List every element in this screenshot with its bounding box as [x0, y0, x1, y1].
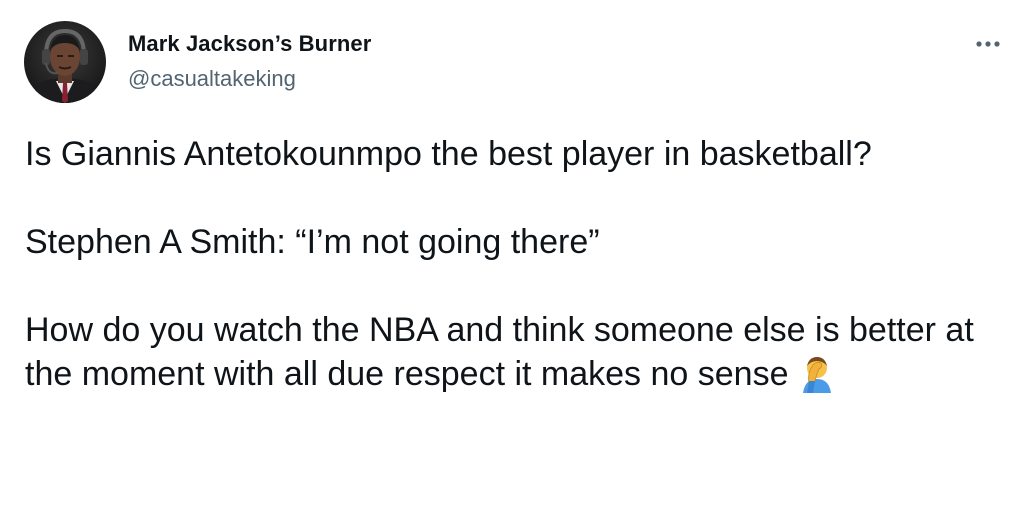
- author-display-name[interactable]: Mark Jackson’s Burner: [128, 31, 371, 57]
- more-options-button[interactable]: [968, 28, 1008, 60]
- avatar-image: [24, 21, 106, 103]
- more-horizontal-icon: [976, 41, 1000, 47]
- facepalm-emoji-icon: [797, 353, 837, 393]
- tweet-paragraph-last: How do you watch the NBA and think someo…: [25, 308, 1000, 396]
- author-avatar[interactable]: [24, 21, 106, 103]
- tweet-card: Mark Jackson’s Burner @casualtakeking Is…: [0, 0, 1024, 528]
- tweet-text: Is Giannis Antetokounmpo the best player…: [25, 132, 1000, 396]
- tweet-paragraph: Stephen A Smith: “I’m not going there”: [25, 223, 600, 261]
- tweet-paragraph: Is Giannis Antetokounmpo the best player…: [25, 135, 872, 173]
- author-handle[interactable]: @casualtakeking: [128, 66, 296, 92]
